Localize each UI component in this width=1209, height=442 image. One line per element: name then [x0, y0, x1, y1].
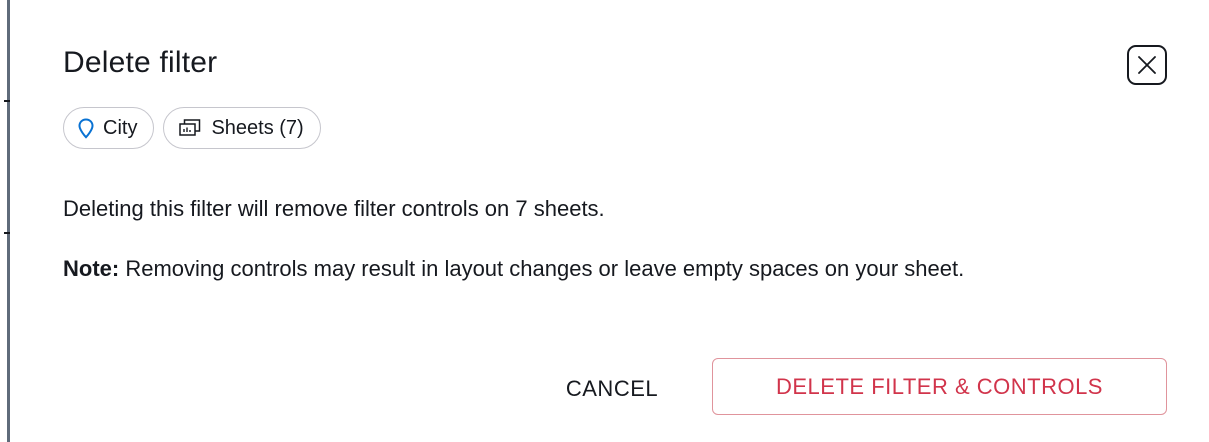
chip-sheets-label: Sheets (7) — [211, 116, 304, 139]
panel-divider — [7, 0, 10, 442]
delete-filter-dialog: Delete filter City Sheets (7) Deleting t… — [12, 0, 1209, 442]
chip-city: City — [63, 107, 155, 149]
note-label: Note: — [63, 256, 120, 281]
sheets-icon — [178, 118, 202, 138]
note-body: Removing controls may result in layout c… — [119, 256, 965, 281]
divider-tick — [4, 232, 10, 234]
cancel-button[interactable]: CANCEL — [532, 362, 692, 416]
delete-filter-controls-button[interactable]: DELETE FILTER & CONTROLS — [712, 358, 1167, 415]
filter-chips: City Sheets (7) — [63, 107, 321, 149]
dialog-title: Delete filter — [63, 46, 218, 79]
note-text: Note: Removing controls may result in la… — [63, 249, 1173, 289]
chip-sheets: Sheets (7) — [163, 107, 321, 149]
close-icon — [1138, 56, 1156, 74]
location-pin-icon — [78, 117, 94, 139]
background-panel-edge — [0, 0, 10, 442]
delete-message: Deleting this filter will remove filter … — [63, 196, 605, 221]
divider-tick — [4, 100, 10, 102]
chip-city-label: City — [103, 116, 138, 139]
close-button[interactable] — [1127, 45, 1167, 85]
